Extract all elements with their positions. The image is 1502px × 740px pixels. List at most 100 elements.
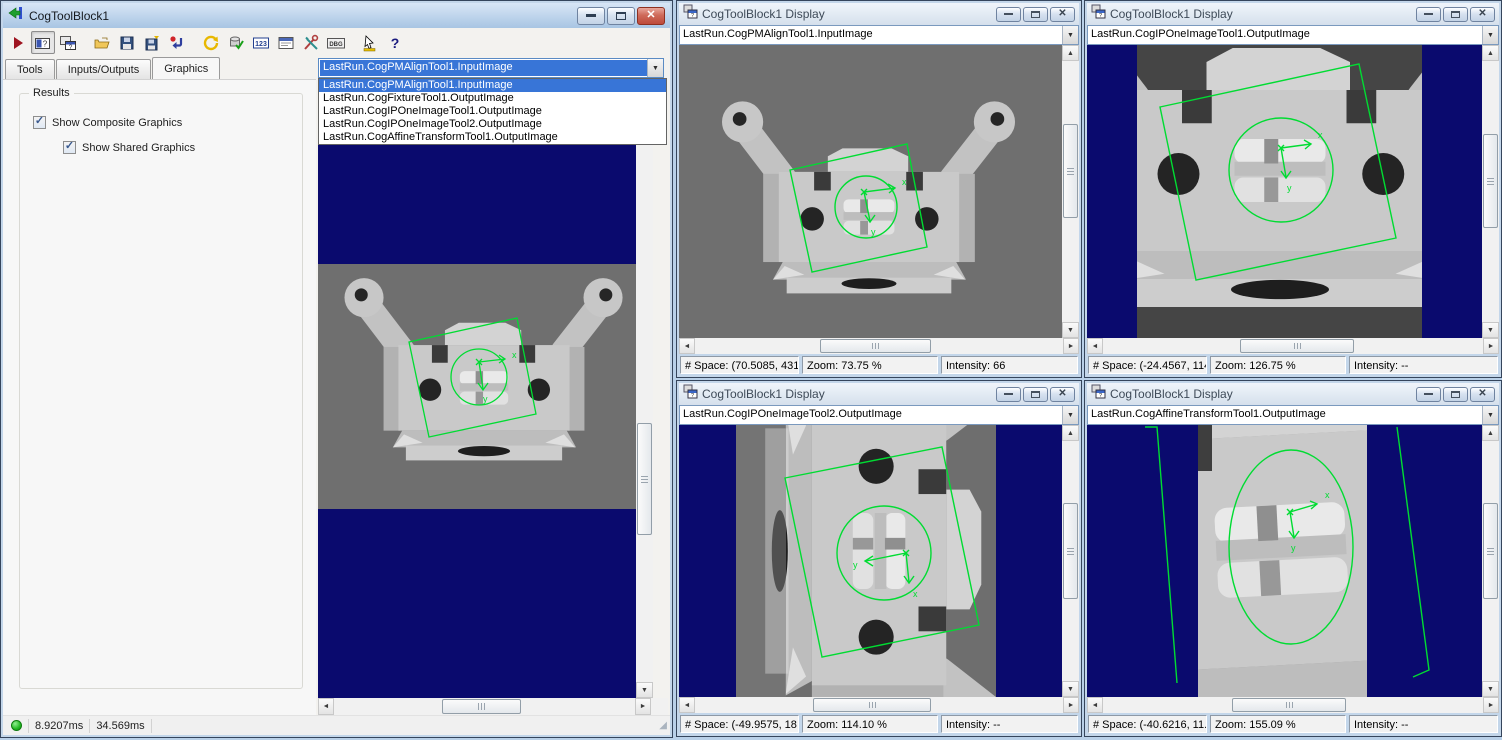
scroll-up-icon[interactable]: ▲: [1062, 425, 1079, 441]
tab-inputs-outputs[interactable]: Inputs/Outputs: [56, 59, 152, 79]
show-block-editor-button[interactable]: ?: [31, 31, 55, 54]
close-button[interactable]: ✕: [637, 7, 665, 25]
space-panel[interactable]: # Space: (-49.9575, 18▼: [680, 715, 799, 733]
space-panel[interactable]: # Space: (70.5085, 431▼: [680, 356, 799, 374]
titlebar[interactable]: ? CogToolBlock1 Display ✕: [679, 3, 1079, 25]
close-button[interactable]: ✕: [1050, 387, 1075, 402]
restore-button[interactable]: [1443, 7, 1468, 22]
vision-image-ipone2-output[interactable]: y x: [679, 425, 1062, 697]
scroll-up-icon[interactable]: ▲: [1062, 45, 1079, 61]
combo-dropdown-arrow[interactable]: ▼: [1062, 406, 1078, 424]
maximize-button[interactable]: [607, 7, 635, 25]
show-floating-display-button[interactable]: ?: [56, 31, 80, 54]
resize-grip-icon[interactable]: ◢: [659, 720, 667, 731]
image-viewport[interactable]: x y ▲ ▼: [679, 45, 1079, 338]
restore-button[interactable]: [1023, 387, 1048, 402]
scrollbar-thumb[interactable]: [1483, 134, 1498, 228]
scroll-down-icon[interactable]: ▼: [1062, 322, 1079, 338]
titlebar[interactable]: ? CogToolBlock1 Display ✕: [1087, 383, 1499, 405]
scroll-down-icon[interactable]: ▼: [1482, 681, 1499, 697]
numeric-results-button[interactable]: 123: [249, 31, 273, 54]
vision-image-ipone1-output[interactable]: x y: [1087, 45, 1482, 338]
scrollbar-thumb[interactable]: [637, 423, 652, 535]
show-shared-graphics-checkbox[interactable]: ✓: [63, 141, 76, 154]
scroll-left-icon[interactable]: ◄: [1087, 697, 1103, 713]
scrollbar-thumb[interactable]: [1063, 503, 1078, 599]
combo-dropdown-arrow[interactable]: ▼: [647, 59, 663, 77]
scroll-left-icon[interactable]: ◄: [318, 698, 334, 715]
scrollbar-thumb[interactable]: [813, 698, 931, 712]
record-combo[interactable]: LastRun.CogIPOneImageTool1.OutputImage ▼: [1087, 25, 1499, 45]
results-available-button[interactable]: [224, 31, 248, 54]
scroll-right-icon[interactable]: ►: [635, 698, 651, 715]
titlebar[interactable]: ? CogToolBlock1 Display ✕: [679, 383, 1079, 405]
minimize-button[interactable]: [996, 7, 1021, 22]
scrollbar-thumb[interactable]: [442, 699, 520, 714]
image-viewport[interactable]: x y ▲ ▼: [1087, 425, 1499, 697]
droplist-item[interactable]: LastRun.CogIPOneImageTool2.OutputImage: [319, 118, 666, 131]
horizontal-scrollbar[interactable]: ◄ ►: [1087, 338, 1499, 354]
titlebar[interactable]: ? CogToolBlock1 Display ✕: [1087, 3, 1499, 25]
record-combo[interactable]: LastRun.CogPMAlignTool1.InputImage ▼: [318, 58, 664, 78]
droplist-item[interactable]: LastRun.CogAffineTransformTool1.OutputIm…: [319, 131, 666, 144]
vision-image-affine-output[interactable]: x y: [1087, 425, 1482, 697]
scroll-down-icon[interactable]: ▼: [1482, 322, 1499, 338]
debug-button[interactable]: DBG: [324, 31, 348, 54]
reset-button[interactable]: [165, 31, 189, 54]
record-combo[interactable]: LastRun.CogPMAlignTool1.InputImage ▼: [679, 25, 1079, 45]
embedded-image-viewport[interactable]: x y ▲ ▼: [318, 78, 653, 698]
minimize-button[interactable]: [1416, 7, 1441, 22]
vision-image-pmalign-input[interactable]: x y: [679, 45, 1062, 338]
properties-button[interactable]: [274, 31, 298, 54]
titlebar[interactable]: CogToolBlock1 ✕: [3, 3, 670, 28]
horizontal-scrollbar[interactable]: ◄ ►: [679, 338, 1079, 354]
droplist-item[interactable]: LastRun.CogFixtureTool1.OutputImage: [319, 92, 666, 105]
horizontal-scrollbar[interactable]: ◄ ►: [1087, 697, 1499, 713]
restore-button[interactable]: [1023, 7, 1048, 22]
tool-config-button[interactable]: [299, 31, 323, 54]
save-button[interactable]: [115, 31, 139, 54]
embedded-horizontal-scrollbar[interactable]: ◄ ►: [318, 698, 651, 715]
combo-dropdown-arrow[interactable]: ▼: [1482, 26, 1498, 44]
close-button[interactable]: ✕: [1470, 387, 1495, 402]
vertical-scrollbar[interactable]: ▲ ▼: [1062, 425, 1079, 697]
scroll-down-icon[interactable]: ▼: [636, 682, 653, 698]
vertical-scrollbar[interactable]: ▲ ▼: [1482, 425, 1499, 697]
scroll-left-icon[interactable]: ◄: [1087, 338, 1103, 354]
scroll-right-icon[interactable]: ►: [1483, 338, 1499, 354]
show-composite-graphics-checkbox[interactable]: ✓: [33, 116, 46, 129]
scrollbar-thumb[interactable]: [1483, 503, 1498, 599]
vertical-scrollbar[interactable]: ▲ ▼: [1062, 45, 1079, 338]
tab-graphics[interactable]: Graphics: [152, 57, 220, 79]
image-viewport[interactable]: y x ▲ ▼: [679, 425, 1079, 697]
open-file-button[interactable]: [90, 31, 114, 54]
minimize-button[interactable]: [996, 387, 1021, 402]
help-button[interactable]: ?: [383, 31, 407, 54]
droplist-item[interactable]: LastRun.CogPMAlignTool1.InputImage: [319, 79, 666, 92]
scrollbar-thumb[interactable]: [820, 339, 930, 353]
scroll-left-icon[interactable]: ◄: [679, 338, 695, 354]
combo-dropdown-arrow[interactable]: ▼: [1482, 406, 1498, 424]
scrollbar-thumb[interactable]: [1063, 124, 1078, 218]
embedded-vertical-scrollbar[interactable]: ▲ ▼: [636, 78, 653, 698]
horizontal-scrollbar[interactable]: ◄ ►: [679, 697, 1079, 713]
combo-dropdown-arrow[interactable]: ▼: [1062, 26, 1078, 44]
close-button[interactable]: ✕: [1470, 7, 1495, 22]
tab-tools[interactable]: Tools: [5, 59, 55, 79]
scroll-up-icon[interactable]: ▲: [1482, 425, 1499, 441]
record-combo[interactable]: LastRun.CogAffineTransformTool1.OutputIm…: [1087, 405, 1499, 425]
close-button[interactable]: ✕: [1050, 7, 1075, 22]
vision-image-pmalign-embedded[interactable]: x y: [318, 78, 653, 697]
scroll-left-icon[interactable]: ◄: [679, 697, 695, 713]
scroll-right-icon[interactable]: ►: [1063, 338, 1079, 354]
scroll-right-icon[interactable]: ►: [1063, 697, 1079, 713]
minimize-button[interactable]: [577, 7, 605, 25]
electric-run-button[interactable]: [199, 31, 223, 54]
restore-button[interactable]: [1443, 387, 1468, 402]
scrollbar-thumb[interactable]: [1240, 339, 1354, 353]
minimize-button[interactable]: [1416, 387, 1441, 402]
space-panel[interactable]: # Space: (-24.4567, 114.3▼: [1088, 356, 1207, 374]
image-viewport[interactable]: x y ▲ ▼: [1087, 45, 1499, 338]
scroll-up-icon[interactable]: ▲: [1482, 45, 1499, 61]
vertical-scrollbar[interactable]: ▲ ▼: [1482, 45, 1499, 338]
